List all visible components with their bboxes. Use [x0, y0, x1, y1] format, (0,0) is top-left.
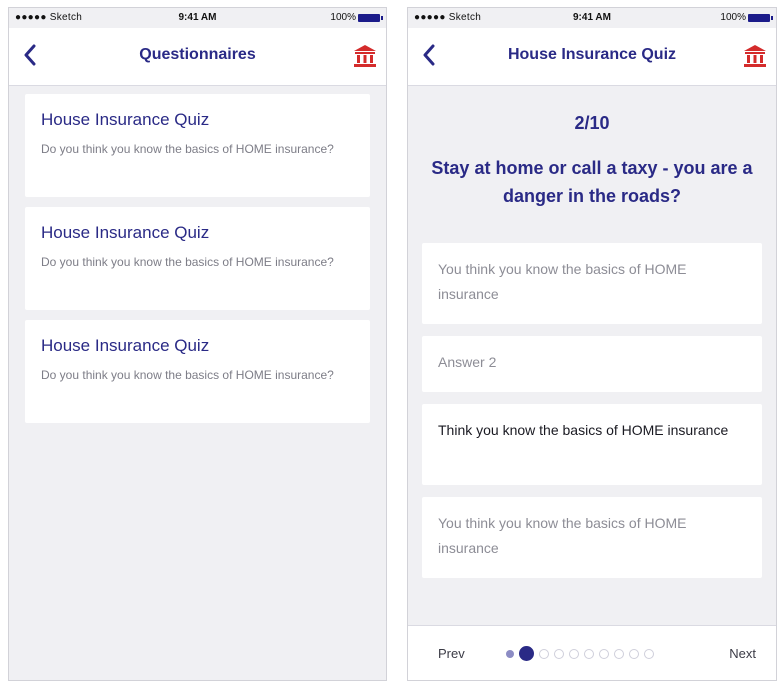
answer-list: You think you know the basics of HOME in…: [422, 243, 762, 590]
battery-percent: 100%: [720, 12, 746, 23]
pagination-dots: [506, 646, 654, 661]
battery-icon: [358, 13, 383, 22]
answer-option-selected[interactable]: Think you know the basics of HOME insura…: [422, 404, 762, 485]
battery-icon: [748, 13, 773, 22]
questionnaires-screen: ●●●●● Sketch 9:41 AM 100% Questionnaires…: [8, 7, 387, 681]
answer-option[interactable]: Answer 2: [422, 336, 762, 392]
questionnaire-title: House Insurance Quiz: [41, 336, 210, 355]
questionnaire-description: Do you think you know the basics of HOME…: [41, 255, 334, 269]
pagination-dot[interactable]: [569, 648, 579, 659]
pagination-dot[interactable]: [539, 648, 549, 659]
pagination-dot[interactable]: [599, 648, 609, 659]
questionnaire-list: House Insurance Quiz Do you think you kn…: [25, 94, 370, 433]
battery-indicator: 100%: [720, 12, 773, 23]
pagination-dot[interactable]: [644, 648, 654, 659]
answer-option[interactable]: You think you know the basics of HOME in…: [422, 243, 762, 324]
next-button[interactable]: Next: [729, 646, 756, 661]
battery-percent: 100%: [330, 12, 356, 23]
pagination-dot[interactable]: [584, 648, 594, 659]
nav-bar: Questionnaires: [9, 28, 386, 86]
questionnaire-card[interactable]: House Insurance Quiz Do you think you kn…: [25, 320, 370, 423]
questionnaire-title: House Insurance Quiz: [41, 223, 210, 242]
question-text: Stay at home or call a taxy - you are a …: [431, 158, 753, 206]
page-title: House Insurance Quiz: [507, 46, 677, 63]
status-bar: ●●●●● Sketch 9:41 AM 100%: [9, 8, 386, 28]
bank-icon[interactable]: [352, 43, 378, 69]
pagination-dot[interactable]: [614, 648, 624, 659]
pager-bar: Prev Next: [408, 625, 776, 680]
pagination-dot-current[interactable]: [519, 646, 534, 661]
questionnaire-card[interactable]: House Insurance Quiz Do you think you kn…: [25, 207, 370, 310]
pagination-dot[interactable]: [629, 648, 639, 659]
pagination-dot[interactable]: [506, 649, 514, 658]
pagination-dot[interactable]: [554, 648, 564, 659]
questionnaire-description: Do you think you know the basics of HOME…: [41, 142, 334, 156]
questionnaire-title: House Insurance Quiz: [41, 110, 210, 129]
prev-button[interactable]: Prev: [438, 646, 465, 661]
questionnaire-card[interactable]: House Insurance Quiz Do you think you kn…: [25, 94, 370, 197]
answer-option[interactable]: You think you know the basics of HOME in…: [422, 497, 762, 578]
question-counter: 2/10: [574, 113, 610, 133]
nav-bar: House Insurance Quiz: [408, 28, 776, 86]
page-title: Questionnaires: [139, 46, 256, 63]
battery-indicator: 100%: [330, 12, 383, 23]
questionnaire-description: Do you think you know the basics of HOME…: [41, 368, 334, 382]
status-bar: ●●●●● Sketch 9:41 AM 100%: [408, 8, 776, 28]
bank-icon[interactable]: [742, 43, 768, 69]
quiz-screen: ●●●●● Sketch 9:41 AM 100% House Insuranc…: [407, 7, 777, 681]
